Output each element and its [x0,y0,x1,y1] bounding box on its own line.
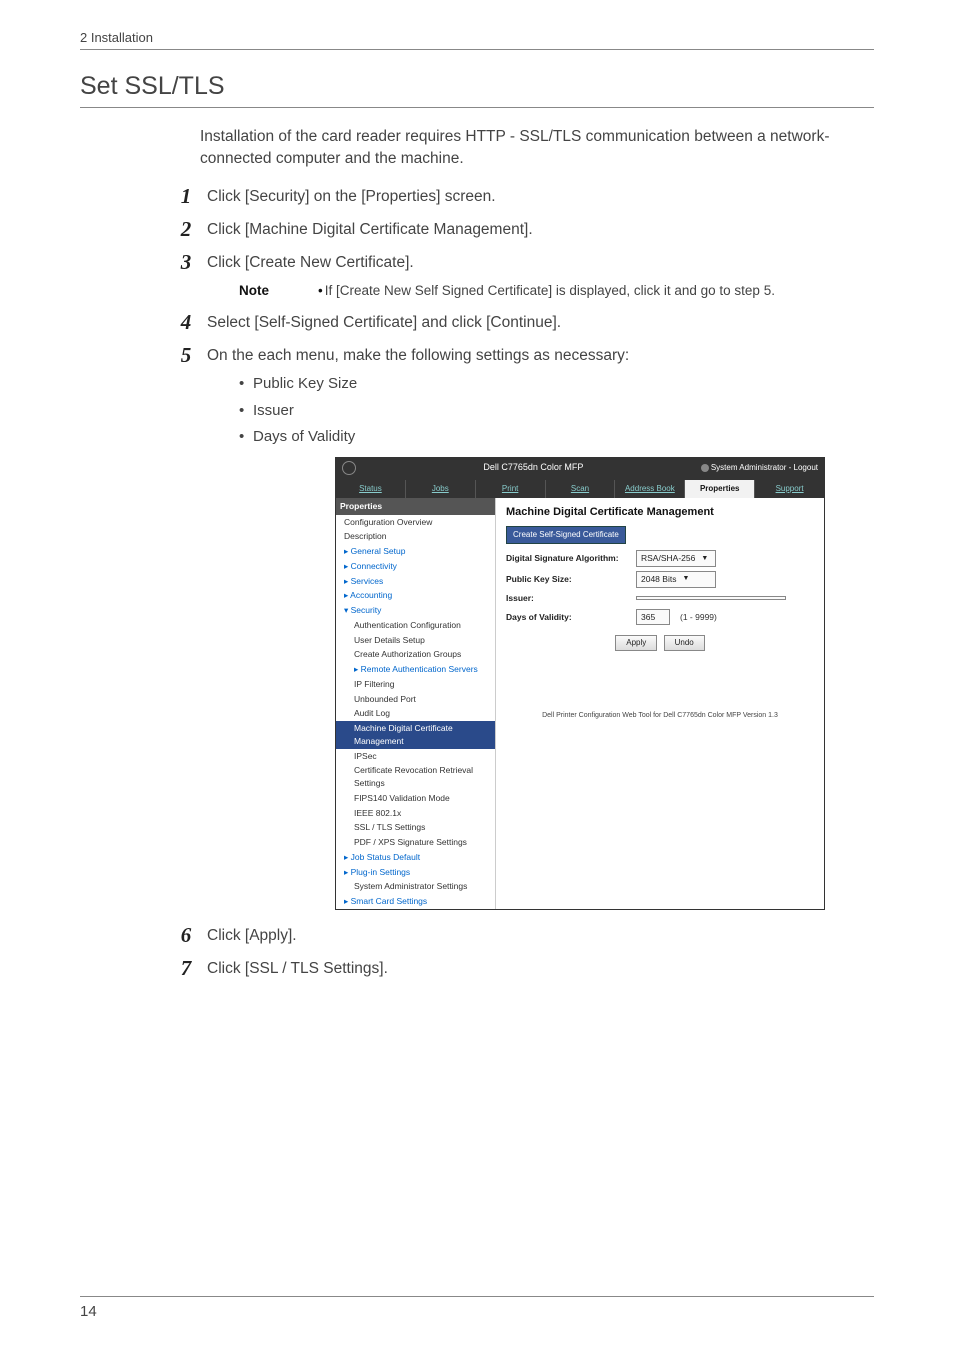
intro-text: Installation of the card reader requires… [200,126,874,171]
dropdown-arrow-icon: ▼ [682,574,689,585]
sidebar-item-ssl-tls-settings[interactable]: SSL / TLS Settings [336,820,495,835]
properties-sidebar: Properties Configuration Overview Descri… [336,498,496,909]
step-text-7: Click [SSL / TLS Settings]. [207,960,388,977]
sidebar-item-security[interactable]: ▾ Security [336,603,495,618]
main-panel: Machine Digital Certificate Management C… [496,498,824,909]
step-text-3: Click [Create New Certificate]. [207,254,414,271]
key-size-select[interactable]: 2048 Bits ▼ [636,571,716,588]
chapter-header: 2 Installation [80,30,874,50]
tab-address-book[interactable]: Address Book [615,480,685,498]
sidebar-item-services[interactable]: ▸ Services [336,574,495,589]
note-row: Note • If [Create New Self Signed Certif… [239,281,874,301]
sidebar-item-ip-filtering[interactable]: IP Filtering [336,677,495,692]
dropdown-arrow-icon: ▼ [701,554,708,565]
note-text: If [Create New Self Signed Certificate] … [325,281,775,301]
step-number-6: 6 [175,920,197,952]
window-title: Dell C7765dn Color MFP [366,461,701,475]
sidebar-item-ieee8021x[interactable]: IEEE 802.1x [336,806,495,821]
step-number-2: 2 [175,214,197,246]
step-number-7: 7 [175,953,197,985]
dell-logo-icon [342,461,356,475]
key-size-label: Public Key Size: [506,573,636,586]
sidebar-item-cert-revocation[interactable]: Certificate Revocation Retrieval Setting… [336,763,495,791]
tab-scan[interactable]: Scan [546,480,616,498]
sidebar-item-sysadmin-settings[interactable]: System Administrator Settings [336,879,495,894]
sidebar-item-connectivity[interactable]: ▸ Connectivity [336,559,495,574]
bullet-public-key-size: Public Key Size [239,373,874,396]
step-number-3: 3 [175,247,197,279]
sidebar-item-audit-log[interactable]: Audit Log [336,706,495,721]
create-self-signed-cert-button[interactable]: Create Self-Signed Certificate [506,526,626,544]
sidebar-item-pdf-xps-signature[interactable]: PDF / XPS Signature Settings [336,835,495,850]
tab-properties[interactable]: Properties [685,480,755,498]
sidebar-item-machine-digital-cert[interactable]: Machine Digital Certificate Management [336,721,495,749]
sidebar-item-accounting[interactable]: ▸ Accounting [336,588,495,603]
step-text-1: Click [Security] on the [Properties] scr… [207,188,496,205]
sidebar-item-auth-config[interactable]: Authentication Configuration [336,618,495,633]
step-text-5: On the each menu, make the following set… [207,347,629,364]
bullet-issuer: Issuer [239,400,874,423]
days-range: (1 - 9999) [680,611,717,624]
apply-button[interactable]: Apply [615,635,657,651]
step-number-4: 4 [175,307,197,339]
days-label: Days of Validity: [506,611,636,624]
tab-status[interactable]: Status [336,480,406,498]
user-icon [701,464,709,472]
alg-label: Digital Signature Algorithm: [506,552,636,565]
issuer-input[interactable] [636,596,786,600]
user-status[interactable]: System Administrator - Logout [701,462,818,474]
sidebar-header: Properties [336,498,495,515]
tab-support[interactable]: Support [755,480,824,498]
undo-button[interactable]: Undo [664,635,705,651]
sidebar-item-plugin-settings[interactable]: ▸ Plug-in Settings [336,865,495,880]
step-number-5: 5 [175,340,197,372]
days-input[interactable]: 365 [636,609,670,626]
sidebar-item-general-setup[interactable]: ▸ General Setup [336,544,495,559]
step-number-1: 1 [175,181,197,213]
sidebar-item-description[interactable]: Description [336,529,495,544]
panel-title: Machine Digital Certificate Management [506,504,814,521]
sidebar-item-ipsec[interactable]: IPSec [336,749,495,764]
sidebar-item-user-details[interactable]: User Details Setup [336,633,495,648]
step-text-2: Click [Machine Digital Certificate Manag… [207,221,533,238]
window-header: Dell C7765dn Color MFP System Administra… [336,458,824,478]
page-number: 14 [80,1303,97,1320]
sidebar-item-fips140[interactable]: FIPS140 Validation Mode [336,791,495,806]
sidebar-item-job-status-default[interactable]: ▸ Job Status Default [336,850,495,865]
alg-select[interactable]: RSA/SHA-256 ▼ [636,550,716,567]
embedded-screenshot: Dell C7765dn Color MFP System Administra… [335,457,825,910]
sidebar-item-remote-auth-servers[interactable]: ▸ Remote Authentication Servers [336,662,495,677]
step-text-4: Select [Self-Signed Certificate] and cli… [207,314,561,331]
tab-jobs[interactable]: Jobs [406,480,476,498]
tool-footer-text: Dell Printer Configuration Web Tool for … [506,711,814,752]
note-label: Note [239,281,294,301]
sidebar-item-unbounded-port[interactable]: Unbounded Port [336,692,495,707]
section-title: Set SSL/TLS [80,72,874,108]
issuer-label: Issuer: [506,592,636,605]
sidebar-item-create-auth-groups[interactable]: Create Authorization Groups [336,647,495,662]
tab-print[interactable]: Print [476,480,546,498]
tab-bar: Status Jobs Print Scan Address Book Prop… [336,478,824,498]
page-footer: 14 [80,1296,874,1320]
sidebar-item-smart-card-settings[interactable]: ▸ Smart Card Settings [336,894,495,909]
step-text-6: Click [Apply]. [207,927,297,944]
sidebar-item-config-overview[interactable]: Configuration Overview [336,515,495,530]
bullet-days-of-validity: Days of Validity [239,426,874,449]
note-bullet: • [318,281,323,301]
